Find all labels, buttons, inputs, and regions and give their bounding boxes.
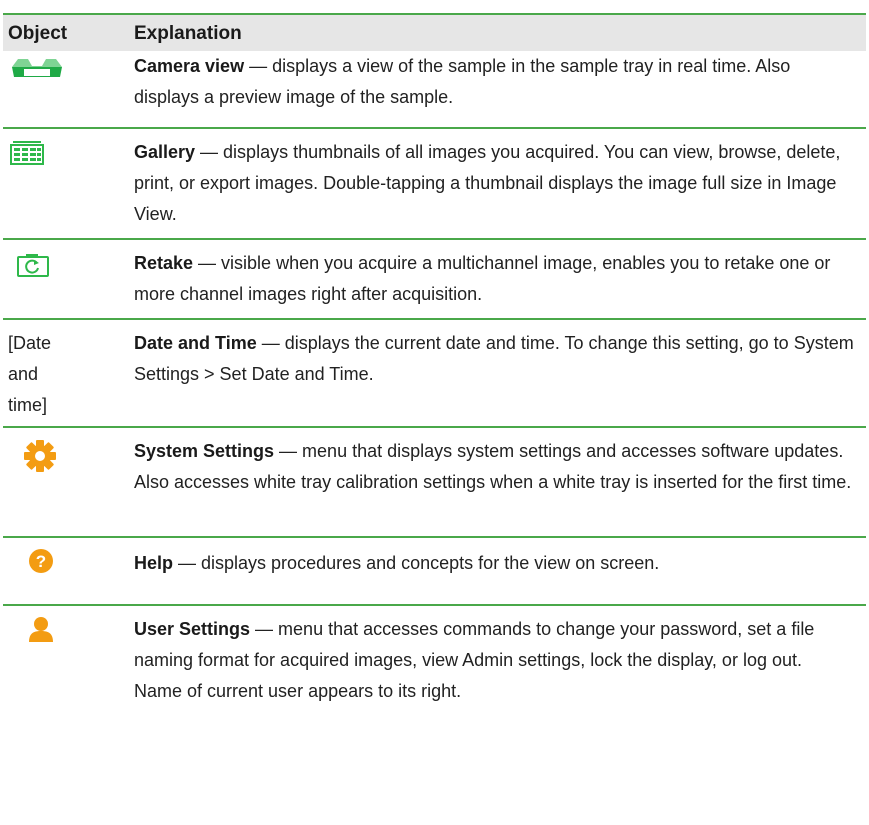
row-text: — visible when you acquire a multichanne… [134, 253, 831, 304]
row-text: — displays thumbnails of all images you … [134, 142, 841, 224]
user-icon [29, 617, 53, 642]
gear-icon [24, 440, 56, 472]
table-header: Object Explanation [3, 13, 866, 51]
row-title: Date and Time [134, 333, 257, 353]
row-title: System Settings [134, 441, 275, 461]
explanation-cell: Date and Time — displays the current dat… [134, 328, 854, 390]
table-row: ? Help — displays procedures and concept… [3, 538, 866, 606]
object-explanation-table: Object Explanation Camera view — display… [3, 13, 866, 736]
explanation-cell: Help — displays procedures and concepts … [134, 548, 854, 579]
header-explanation: Explanation [134, 23, 242, 44]
svg-text:?: ? [36, 552, 46, 571]
table-row: [Date and time] Date and Time — displays… [3, 320, 866, 428]
object-cell: [Date and time] [8, 328, 108, 421]
explanation-cell: Retake — visible when you acquire a mult… [134, 248, 854, 310]
row-title: Camera view [134, 56, 245, 76]
row-text: — displays procedures and concepts for t… [173, 553, 660, 573]
date-time-placeholder: [Date and time] [8, 333, 52, 415]
help-icon: ? [29, 549, 53, 573]
table-row: Camera view — displays a view of the sam… [3, 51, 866, 129]
table-row: User Settings — menu that accesses comma… [3, 606, 866, 736]
explanation-cell: Gallery — displays thumbnails of all ima… [134, 137, 854, 230]
retake-icon [17, 254, 49, 277]
explanation-cell: System Settings — menu that displays sys… [134, 436, 854, 498]
explanation-cell: Camera view — displays a view of the sam… [134, 51, 854, 113]
camera-view-icon [12, 59, 62, 77]
explanation-cell: User Settings — menu that accesses comma… [134, 614, 854, 707]
row-title: Help [134, 553, 174, 573]
row-title: Gallery [134, 142, 196, 162]
header-object: Object [8, 23, 68, 44]
table-row: Retake — visible when you acquire a mult… [3, 240, 866, 320]
row-title: Retake [134, 253, 194, 273]
row-title: User Settings [134, 619, 251, 639]
table-row: Gallery — displays thumbnails of all ima… [3, 129, 866, 240]
table-row: System Settings — menu that displays sys… [3, 428, 866, 538]
gallery-icon [10, 141, 44, 165]
